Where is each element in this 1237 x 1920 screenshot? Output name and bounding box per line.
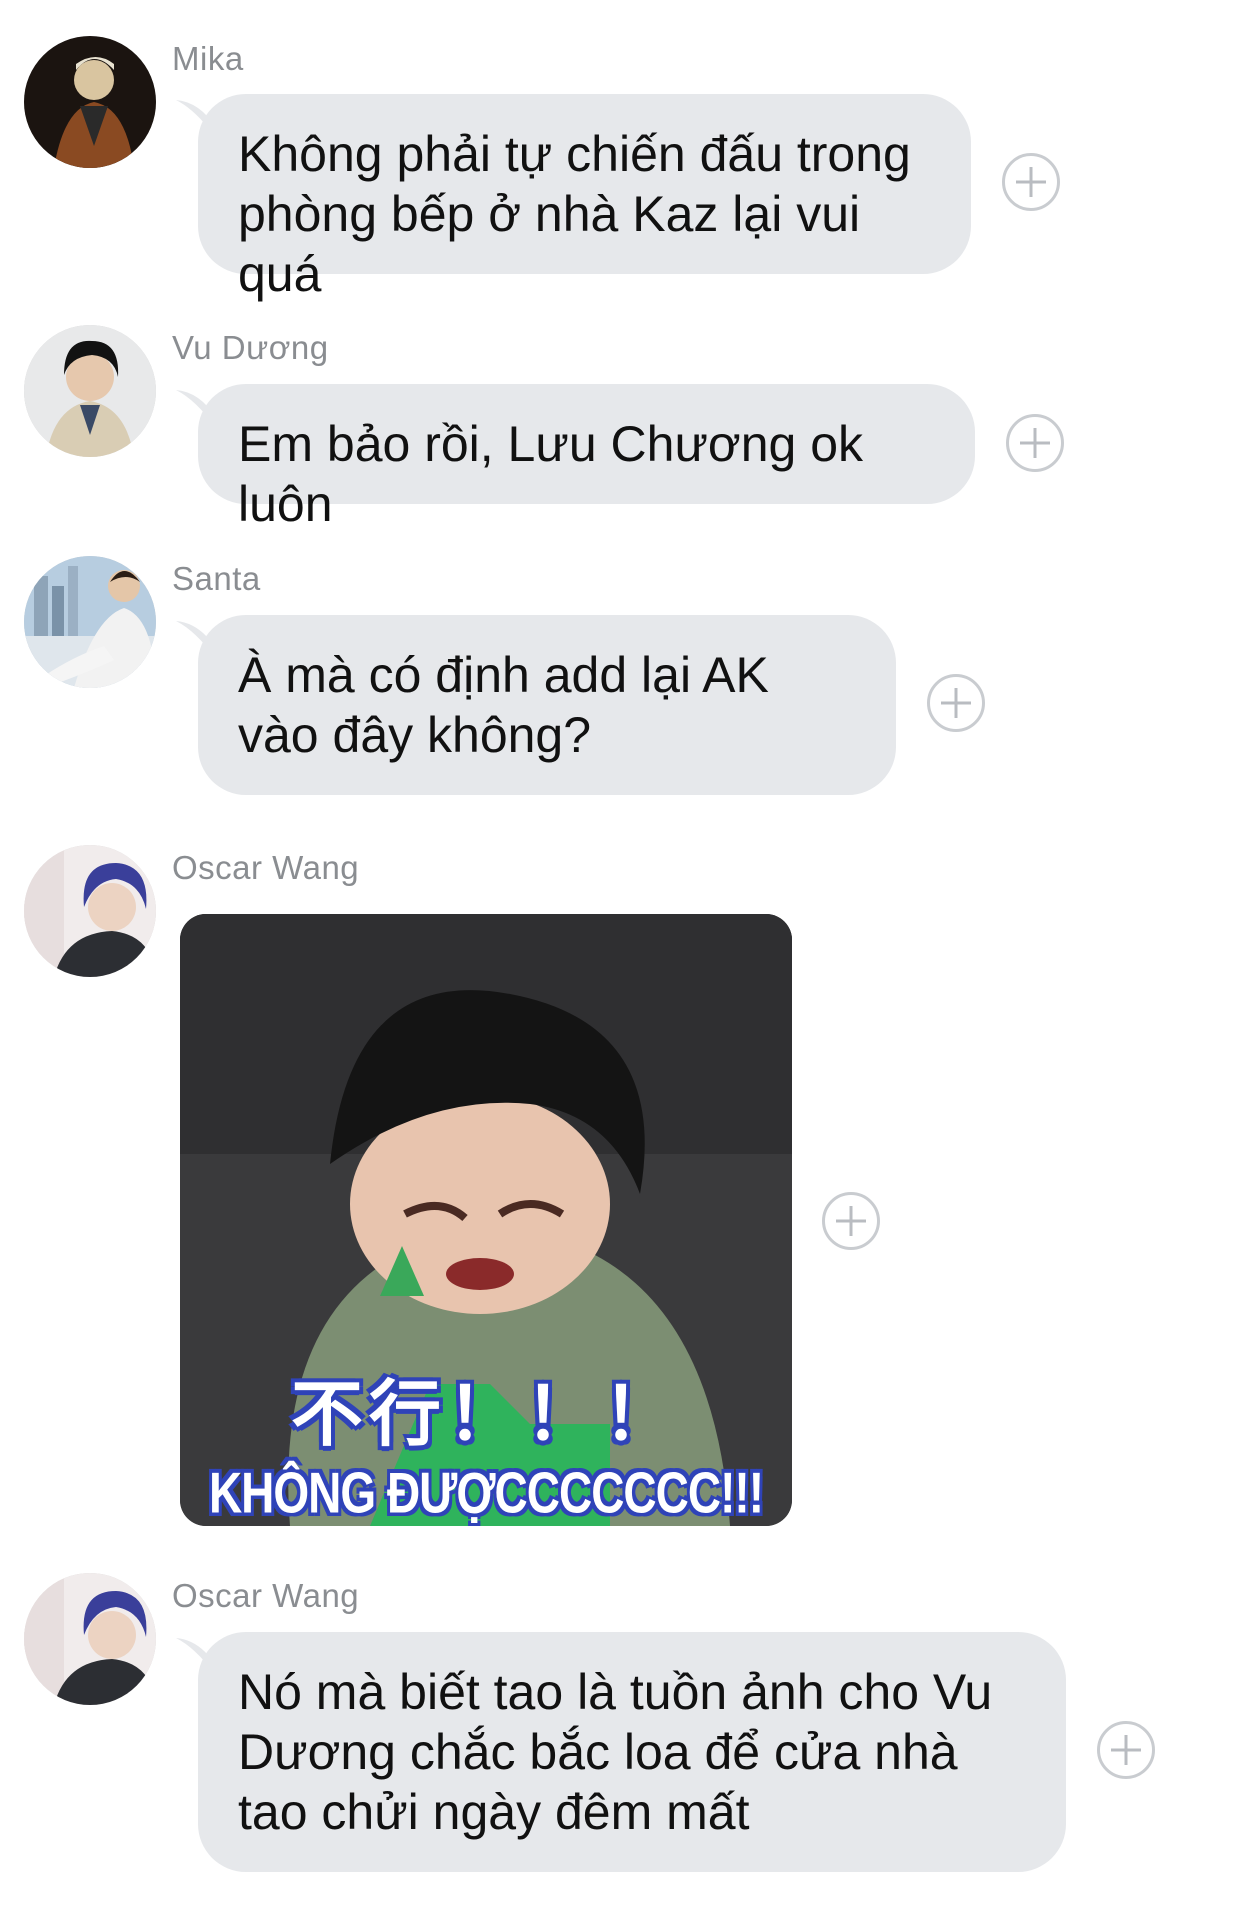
sender-name: Mika	[172, 40, 244, 77]
message-bubble[interactable]: À mà có định add lại AK vào đây không?	[198, 615, 896, 795]
avatar[interactable]	[24, 325, 156, 457]
message-bubble[interactable]: Em bảo rồi, Lưu Chương ok luôn	[198, 384, 975, 532]
sender-name: Santa	[172, 560, 261, 597]
plus-circle-icon[interactable]	[1097, 1721, 1155, 1779]
plus-circle-icon[interactable]	[822, 1192, 880, 1250]
message-bubble[interactable]: Không phải tự chiến đấu trong phòng bếp …	[198, 94, 971, 302]
avatar[interactable]	[24, 36, 156, 168]
plus-circle-icon[interactable]	[1002, 153, 1060, 211]
sender-name: Oscar Wang	[172, 1577, 360, 1614]
avatar[interactable]	[24, 556, 156, 688]
sticker-caption-vietnamese: KHÔNG ĐƯỢCCCCCCC!!!	[208, 1459, 764, 1525]
plus-circle-icon[interactable]	[1006, 414, 1064, 472]
sender-name: Oscar Wang	[172, 849, 360, 886]
sticker-caption-chinese: 不行！！！	[290, 1372, 681, 1456]
sender-name: Vu Dương	[172, 329, 329, 366]
avatar[interactable]	[24, 1573, 156, 1705]
plus-circle-icon[interactable]	[927, 674, 985, 732]
sticker-image[interactable]: 不行！！！ KHÔNG ĐƯỢCCCCCCC!!!	[180, 914, 792, 1526]
message-bubble[interactable]: Nó mà biết tao là tuồn ảnh cho Vu Dương …	[198, 1632, 1066, 1872]
avatar[interactable]	[24, 845, 156, 977]
